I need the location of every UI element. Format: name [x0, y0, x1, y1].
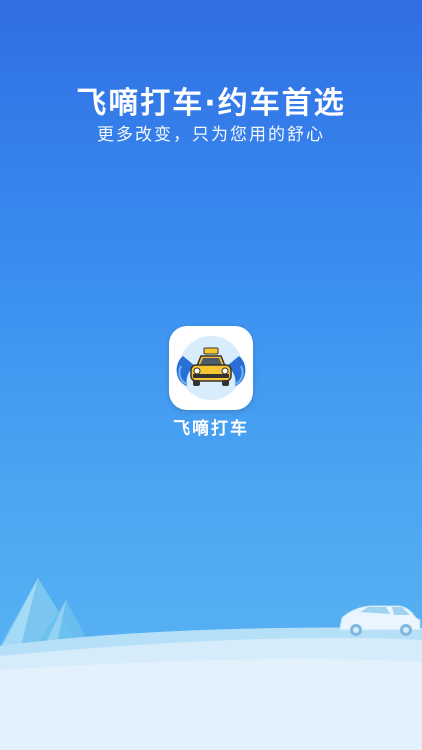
splash-headline: 飞嘀打车·约车首选 [76, 86, 346, 121]
app-name: 飞嘀打车 [173, 419, 249, 439]
app-logo [169, 326, 253, 410]
landscape-illustration [0, 578, 422, 750]
splash-subline: 更多改变，只为您用的舒心 [97, 125, 325, 145]
taxi-with-wings-icon [176, 336, 246, 400]
